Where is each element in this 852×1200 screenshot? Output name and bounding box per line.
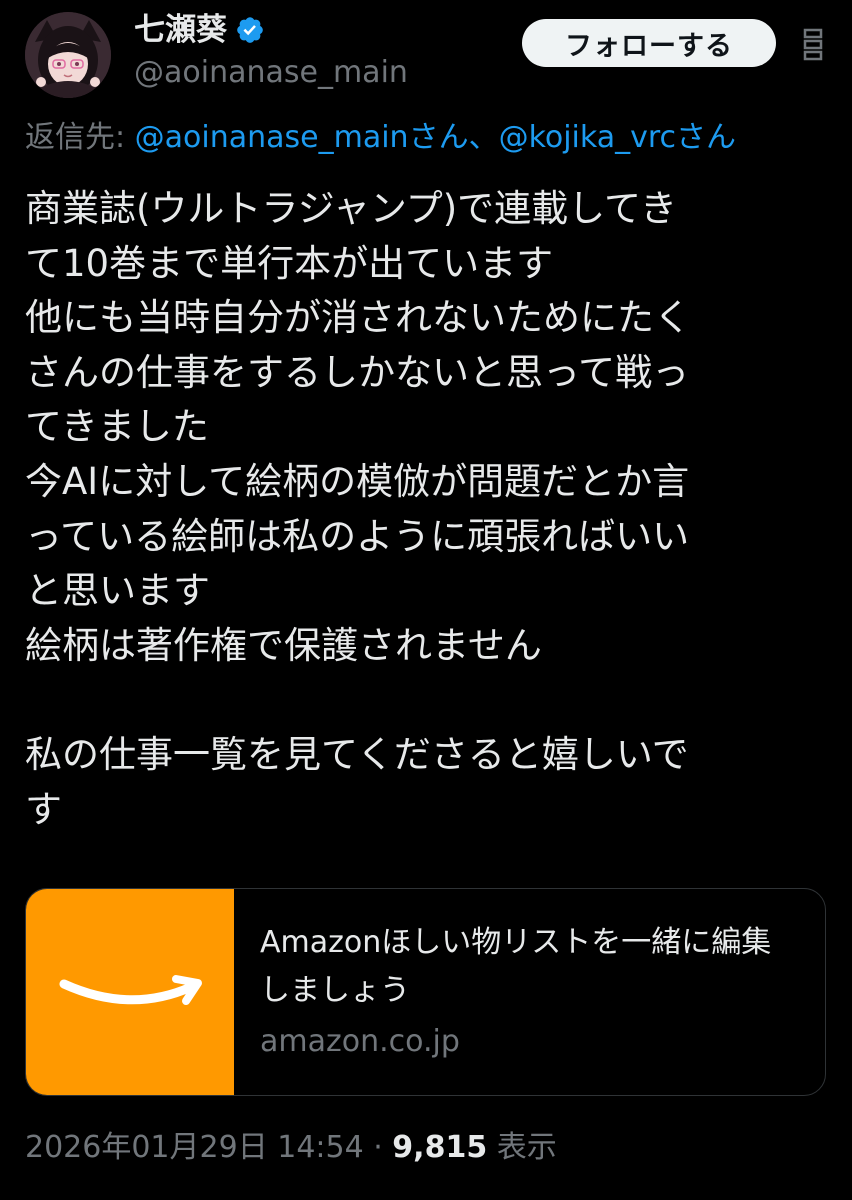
reply-to-prefix: 返信先:: [25, 120, 135, 155]
reply-to-mentions[interactable]: @aoinanase_mainさん、@kojika_vrcさん: [135, 120, 736, 155]
link-card[interactable]: Amazonほしい物リストを一緒に編集しましょう amazon.co.jp: [25, 888, 826, 1096]
timestamp[interactable]: 2026年01月29日 14:54: [25, 1130, 364, 1165]
tweet-text: 商業誌(ウルトラジャンプ)で連載してき て10巻まで単行本が出ています 他にも当…: [25, 187, 691, 831]
avatar[interactable]: [25, 12, 111, 98]
meta-separator: ·: [363, 1130, 393, 1165]
user-handle[interactable]: @aoinanase_main: [134, 53, 408, 93]
amazon-smile-logo: [59, 975, 202, 1005]
card-domain: amazon.co.jp: [260, 1024, 460, 1059]
display-name-row: 七瀬葵: [134, 10, 265, 50]
more-icon: [803, 28, 823, 61]
views-count: 9,815: [392, 1130, 488, 1165]
card-title: Amazonほしい物リストを一緒に編集しましょう: [260, 925, 772, 1008]
verified-badge-icon: [237, 17, 263, 43]
follow-button[interactable]: フォローする: [522, 19, 776, 67]
tweet-meta: 2026年01月29日 14:54 · 9,815 表示: [25, 1126, 557, 1170]
display-name[interactable]: 七瀬葵: [134, 10, 227, 50]
avatar-image: [25, 12, 111, 98]
reply-to-line: 返信先: @aoinanase_mainさん、@kojika_vrcさん: [25, 117, 852, 159]
views-label: 表示: [487, 1130, 557, 1165]
more-options-button[interactable]: [798, 26, 828, 62]
card-thumbnail: [26, 889, 234, 1095]
tweet-header: 七瀬葵 @aoinanase_main フォローする: [0, 0, 852, 110]
